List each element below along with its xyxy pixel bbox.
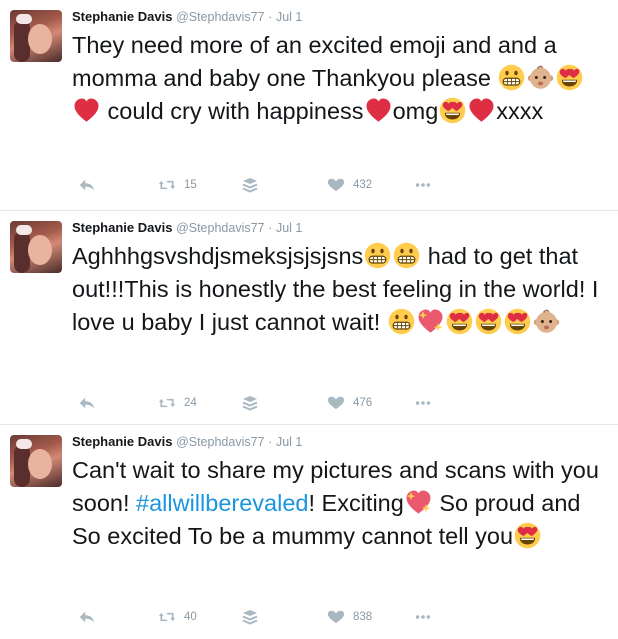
- like-icon: [327, 395, 345, 411]
- sparkling-heart-emoji: [405, 489, 432, 516]
- more-button[interactable]: [414, 395, 432, 411]
- tweet-date[interactable]: Jul 1: [276, 10, 302, 24]
- reply-icon: [78, 177, 96, 193]
- more-icon: [414, 177, 432, 193]
- tweet[interactable]: Stephanie Davis @Stephdavis77 · Jul 1 Th…: [0, 0, 618, 211]
- more-icon: [414, 609, 432, 625]
- sparkling-heart-emoji: [417, 308, 444, 335]
- tweet-date[interactable]: Jul 1: [276, 221, 302, 235]
- tweet-text-part: omg: [392, 98, 439, 124]
- grinning-face-emoji: [393, 242, 420, 269]
- red-heart-emoji: [365, 97, 392, 124]
- like-count: 838: [353, 611, 373, 623]
- tweet-text-part: xxxx: [496, 98, 544, 124]
- separator-dot: ·: [268, 435, 273, 449]
- grinning-face-emoji: [388, 308, 415, 335]
- avatar[interactable]: [10, 435, 62, 487]
- retweet-icon: [158, 395, 176, 411]
- tweet-date[interactable]: Jul 1: [276, 435, 302, 449]
- grinning-face-emoji: [498, 64, 525, 91]
- retweet-button[interactable]: 15: [158, 177, 197, 193]
- tweet[interactable]: Stephanie Davis @Stephdavis77 · Jul 1 Ca…: [0, 425, 618, 639]
- hashtag-link[interactable]: #allwillberevaled: [136, 490, 308, 516]
- retweet-count: 40: [184, 611, 197, 623]
- heart-eyes-emoji: [475, 308, 502, 335]
- heart-eyes-emoji: [439, 97, 466, 124]
- like-count: 432: [353, 179, 373, 191]
- author-handle[interactable]: @Stephdavis77: [176, 221, 264, 235]
- retweet-count: 15: [184, 179, 197, 191]
- tweet-header: Stephanie Davis @Stephdavis77 · Jul 1: [72, 433, 608, 453]
- save-button[interactable]: [241, 177, 259, 193]
- red-heart-emoji: [468, 97, 495, 124]
- retweet-button[interactable]: 40: [158, 609, 197, 625]
- like-icon: [327, 609, 345, 625]
- tweet-actions: 24 476: [72, 394, 608, 412]
- baby-emoji: [533, 308, 560, 335]
- retweet-button[interactable]: 24: [158, 395, 197, 411]
- like-button[interactable]: 432: [327, 177, 372, 193]
- retweet-count: 24: [184, 397, 197, 409]
- separator-dot: ·: [268, 221, 273, 235]
- save-button[interactable]: [241, 395, 259, 411]
- tweet-feed: Stephanie Davis @Stephdavis77 · Jul 1 Th…: [0, 0, 618, 639]
- tweet-header: Stephanie Davis @Stephdavis77 · Jul 1: [72, 8, 608, 28]
- heart-eyes-emoji: [514, 522, 541, 549]
- avatar[interactable]: [10, 221, 62, 273]
- tweet-text-part: Aghhhgsvshdjsmeksjsjsjsns: [72, 243, 364, 269]
- tweet[interactable]: Stephanie Davis @Stephdavis77 · Jul 1 Ag…: [0, 211, 618, 425]
- author-name[interactable]: Stephanie Davis: [72, 9, 172, 24]
- more-button[interactable]: [414, 177, 432, 193]
- author-handle[interactable]: @Stephdavis77: [176, 10, 264, 24]
- tweet-actions: 40 838: [72, 608, 608, 626]
- reply-icon: [78, 609, 96, 625]
- retweet-icon: [158, 177, 176, 193]
- like-button[interactable]: 476: [327, 395, 372, 411]
- tweet-text: They need more of an excited emoji and a…: [72, 29, 608, 128]
- reply-button[interactable]: [78, 395, 96, 411]
- save-icon: [241, 609, 259, 625]
- tweet-text-part: could cry with happiness: [107, 98, 364, 124]
- like-button[interactable]: 838: [327, 609, 372, 625]
- red-heart-emoji: [73, 97, 100, 124]
- tweet-text-part: They need more of an excited emoji and a…: [72, 32, 557, 91]
- more-icon: [414, 395, 432, 411]
- retweet-icon: [158, 609, 176, 625]
- like-icon: [327, 177, 345, 193]
- like-count: 476: [353, 397, 373, 409]
- reply-button[interactable]: [78, 609, 96, 625]
- tweet-text-part: ! Exciting: [308, 490, 404, 516]
- avatar[interactable]: [10, 10, 62, 62]
- save-icon: [241, 177, 259, 193]
- heart-eyes-emoji: [504, 308, 531, 335]
- tweet-text: Can't wait to share my pictures and scan…: [72, 454, 608, 553]
- grinning-face-emoji: [364, 242, 391, 269]
- reply-icon: [78, 395, 96, 411]
- baby-emoji: [527, 64, 554, 91]
- reply-button[interactable]: [78, 177, 96, 193]
- author-handle[interactable]: @Stephdavis77: [176, 435, 264, 449]
- tweet-actions: 15 432: [72, 176, 608, 194]
- author-name[interactable]: Stephanie Davis: [72, 434, 172, 449]
- separator-dot: ·: [268, 10, 273, 24]
- save-button[interactable]: [241, 609, 259, 625]
- more-button[interactable]: [414, 609, 432, 625]
- heart-eyes-emoji: [556, 64, 583, 91]
- tweet-text: Aghhhgsvshdjsmeksjsjsjsns had to get tha…: [72, 240, 608, 339]
- author-name[interactable]: Stephanie Davis: [72, 220, 172, 235]
- tweet-header: Stephanie Davis @Stephdavis77 · Jul 1: [72, 219, 608, 239]
- heart-eyes-emoji: [446, 308, 473, 335]
- save-icon: [241, 395, 259, 411]
